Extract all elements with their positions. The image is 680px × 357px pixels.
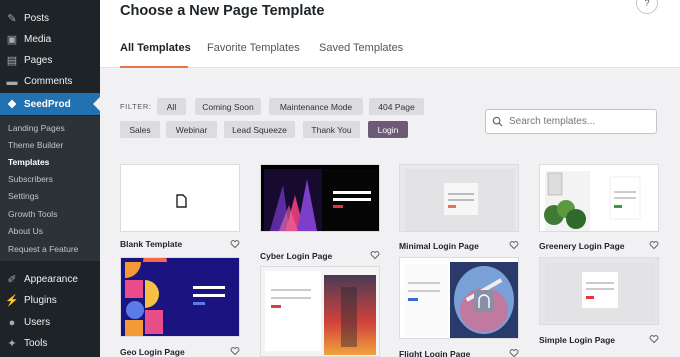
geo-preview xyxy=(121,258,239,336)
page-title: Choose a New Page Template xyxy=(120,3,325,19)
template-title: Cyber Login Page xyxy=(260,251,333,261)
cyber-preview xyxy=(264,169,378,231)
media-icon: ▣ xyxy=(6,34,18,46)
template-title: Blank Template xyxy=(120,239,183,249)
greenery-preview xyxy=(544,171,641,231)
document-icon xyxy=(176,194,187,208)
template-title: Geo Login Page xyxy=(120,347,185,357)
question-icon: ? xyxy=(644,0,650,8)
help-button[interactable]: ? xyxy=(636,0,658,14)
menu-comments[interactable]: ▬ Comments xyxy=(0,71,100,92)
plugin-icon: ⚡ xyxy=(5,295,19,307)
filter-lead-squeeze[interactable]: Lead Squeeze xyxy=(224,121,295,138)
favorite-heart-icon[interactable] xyxy=(230,239,240,249)
submenu-settings[interactable]: Settings xyxy=(8,189,39,203)
minimal-preview xyxy=(405,169,515,231)
favorite-heart-icon[interactable] xyxy=(509,348,519,357)
menu-posts[interactable]: ✎ Posts xyxy=(0,8,100,29)
menu-media[interactable]: ▣ Media xyxy=(0,29,100,50)
wrench-icon: ✦ xyxy=(7,338,17,350)
page-header: Choose a New Page Template ? All Templat… xyxy=(100,0,680,68)
pin-icon: ✎ xyxy=(7,13,17,25)
submenu-request-feature[interactable]: Request a Feature xyxy=(8,242,78,256)
search-icon xyxy=(492,116,503,127)
filter-thank-you[interactable]: Thank You xyxy=(303,121,360,138)
search-input[interactable] xyxy=(509,116,649,127)
template-thumbnail xyxy=(539,164,659,232)
template-thumbnail xyxy=(120,257,240,337)
search-box xyxy=(485,109,657,134)
comments-icon: ▬ xyxy=(6,75,18,88)
submenu-templates[interactable]: Templates xyxy=(8,155,49,169)
template-title: Simple Login Page xyxy=(539,335,616,345)
menu-appearance[interactable]: ✐ Appearance xyxy=(0,269,100,290)
filter-webinar[interactable]: Webinar xyxy=(166,121,217,138)
template-title: Minimal Login Page xyxy=(399,241,479,251)
flight-preview xyxy=(404,262,518,338)
submenu-about-us[interactable]: About Us xyxy=(8,224,43,238)
gradient-preview xyxy=(265,271,376,355)
template-thumbnail xyxy=(399,257,519,339)
submenu-subscribers[interactable]: Subscribers xyxy=(8,172,53,186)
filter-label: FILTER: xyxy=(120,102,152,111)
menu-plugins[interactable]: ⚡ Plugins xyxy=(0,290,100,311)
favorite-heart-icon[interactable] xyxy=(649,334,659,344)
filter-sales[interactable]: Sales xyxy=(120,121,160,138)
submenu-landing-pages[interactable]: Landing Pages xyxy=(8,121,65,135)
seedprod-submenu: Landing Pages Theme Builder Templates Su… xyxy=(0,116,100,261)
main-content: Choose a New Page Template ? All Templat… xyxy=(100,0,680,357)
template-thumbnail xyxy=(260,164,380,232)
filter-maintenance-mode[interactable]: Maintenance Mode xyxy=(269,98,363,115)
tab-favorite-templates[interactable]: Favorite Templates xyxy=(207,42,300,54)
tab-saved-templates[interactable]: Saved Templates xyxy=(319,42,403,54)
template-title: Flight Login Page xyxy=(399,349,471,357)
menu-seedprod[interactable]: ❖ SeedProd xyxy=(0,93,100,115)
template-thumbnail xyxy=(260,266,380,357)
submenu-growth-tools[interactable]: Growth Tools xyxy=(8,207,57,221)
template-title: Greenery Login Page xyxy=(539,241,625,251)
active-tab-indicator xyxy=(120,66,188,68)
filter-coming-soon[interactable]: Coming Soon xyxy=(195,98,261,115)
favorite-heart-icon[interactable] xyxy=(370,250,380,260)
pages-icon: ▤ xyxy=(6,55,18,67)
filter-404-page[interactable]: 404 Page xyxy=(369,98,424,115)
users-icon: ● xyxy=(8,316,16,329)
filter-all[interactable]: All xyxy=(157,98,186,115)
menu-tools[interactable]: ✦ Tools xyxy=(0,333,100,354)
template-thumbnail xyxy=(539,257,659,325)
tab-all-templates[interactable]: All Templates xyxy=(120,42,191,54)
admin-sidebar: ✎ Posts ▣ Media ▤ Pages ▬ Comments ❖ See… xyxy=(0,0,100,357)
menu-pages[interactable]: ▤ Pages xyxy=(0,50,100,71)
favorite-heart-icon[interactable] xyxy=(230,346,240,356)
favorite-heart-icon[interactable] xyxy=(509,240,519,250)
simple-preview xyxy=(545,263,655,321)
menu-users[interactable]: ● Users xyxy=(0,312,100,333)
template-thumbnail xyxy=(120,164,240,232)
brush-icon: ✐ xyxy=(7,274,17,286)
seedprod-icon: ❖ xyxy=(7,98,17,111)
template-thumbnail xyxy=(399,164,519,232)
favorite-heart-icon[interactable] xyxy=(649,240,659,250)
filter-login[interactable]: Login xyxy=(368,121,408,138)
submenu-theme-builder[interactable]: Theme Builder xyxy=(8,138,63,152)
